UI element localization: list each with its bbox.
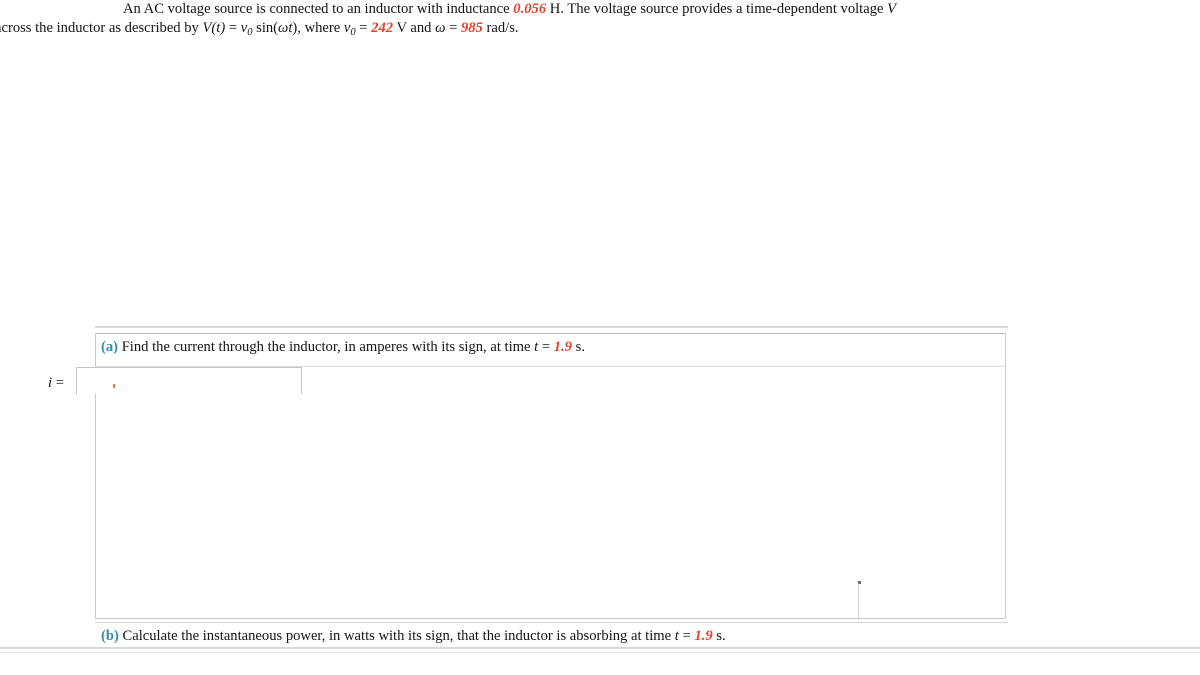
section-divider-top [95, 326, 1008, 328]
problem-statement-line-1: An AC voltage source is connected to an … [0, 0, 975, 19]
problem-statement-line-2: across the inductor as described by V(t)… [0, 19, 985, 42]
part-a-t-symbol: t [534, 339, 539, 355]
part-b-divider [95, 622, 1008, 623]
v0-subscript: 0 [247, 26, 253, 38]
part-a-t-value: 1.9 [553, 339, 572, 355]
part-b-text: Calculate the instantaneous power, in wa… [122, 628, 672, 644]
part-b-t-equals: = [682, 628, 691, 644]
statement-lead-text: An AC voltage source is connected to an … [123, 1, 510, 17]
part-a-answer-row: i = [48, 371, 64, 392]
answer-equals-sign: = [55, 375, 64, 391]
voltage-symbol: V [887, 1, 897, 17]
answer-variable-label: i [48, 375, 53, 391]
page-divider-bottom-secondary [0, 652, 1200, 653]
sine-term: sin(ωt), [256, 20, 301, 36]
part-b-t-unit: s. [716, 628, 726, 644]
part-a-text: Find the current through the inductor, i… [121, 339, 531, 355]
equation-equals: = [228, 20, 238, 36]
v0-value: 242 [371, 20, 394, 36]
v0-unit: V and [396, 20, 432, 36]
part-b-t-value: 1.9 [694, 628, 713, 644]
part-b-label: (b) [101, 628, 119, 644]
part-a-t-equals: = [541, 339, 551, 355]
statement-line2-lead: across the inductor as described by [0, 20, 199, 36]
where-text: where [304, 20, 341, 36]
current-answer-input[interactable] [76, 367, 302, 394]
time-paren: (t) [211, 20, 226, 36]
statement-tail-text: The voltage source provides a time-depen… [567, 1, 884, 17]
part-a-label: (a) [101, 339, 119, 355]
part-b-t-symbol: t [674, 628, 679, 644]
omega-value: 985 [460, 20, 483, 36]
omega-unit: rad/s. [486, 20, 519, 36]
text-caret [113, 384, 115, 388]
resize-handle[interactable] [858, 581, 861, 620]
v0-subscript-2: 0 [350, 26, 356, 38]
inductance-unit: H. [549, 1, 564, 17]
part-b-question: (b) Calculate the instantaneous power, i… [101, 627, 726, 645]
omega-equals: = [449, 20, 458, 36]
part-a-t-unit: s. [575, 339, 585, 355]
omega-symbol: ω [435, 20, 446, 36]
inductance-value: 0.056 [513, 1, 547, 17]
v0-equals: = [359, 20, 368, 36]
page-divider-bottom [0, 647, 1200, 649]
part-a-question: (a) Find the current through the inducto… [101, 338, 585, 356]
